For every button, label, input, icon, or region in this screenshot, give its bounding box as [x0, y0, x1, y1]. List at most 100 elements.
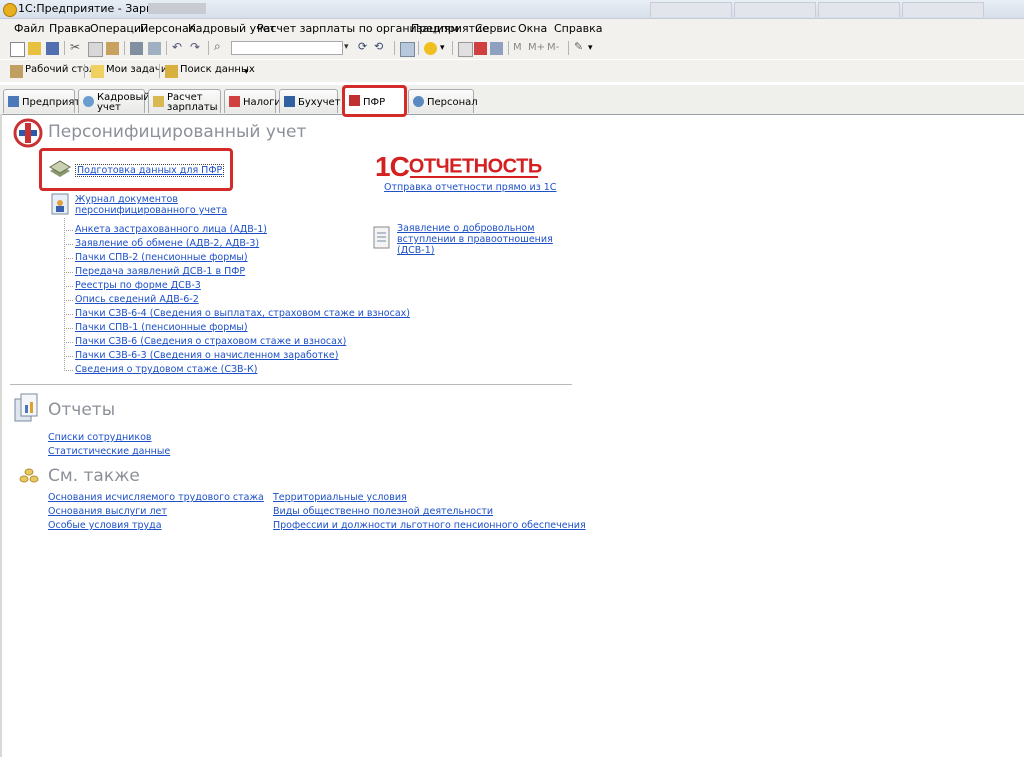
- logo-1c: 1С: [375, 151, 410, 182]
- link-szv-k[interactable]: Сведения о трудовом стаже (СЗВ-К): [75, 364, 257, 375]
- statement-link-line1[interactable]: Заявление о добровольном: [397, 223, 535, 234]
- link-adv-2-3[interactable]: Заявление об обмене (АДВ-2, АДВ-3): [75, 238, 259, 249]
- tab-enterprise[interactable]: Предприятие: [3, 89, 93, 113]
- statement-link-line2[interactable]: вступлении в правоотношения: [397, 234, 553, 245]
- toolbar-separator: [208, 41, 209, 55]
- tasks-icon: [91, 65, 104, 78]
- link-szv-6[interactable]: Пачки СЗВ-6 (Сведения о страховом стаже …: [75, 336, 346, 347]
- see-also-title: См. также: [48, 466, 140, 486]
- tree-branch: [64, 300, 73, 302]
- menu-edit[interactable]: Правка: [49, 22, 91, 35]
- new-icon[interactable]: [10, 42, 25, 57]
- find-prev-icon[interactable]: ⟲: [374, 40, 387, 53]
- taxes-icon: [229, 96, 240, 107]
- public-activity-link[interactable]: Виды общественно полезной деятельности: [273, 506, 493, 517]
- taskbar-window-2[interactable]: [734, 2, 816, 17]
- toolbar-separator: [124, 41, 125, 55]
- memory-minus-button[interactable]: M-: [547, 42, 559, 53]
- document-icon: [373, 226, 390, 249]
- calendar-icon[interactable]: [474, 42, 487, 55]
- people-icon: [83, 96, 94, 107]
- tab-staff[interactable]: Персонал: [408, 89, 478, 113]
- open-icon[interactable]: [28, 42, 41, 55]
- tree-branch: [64, 370, 73, 372]
- tab-salary[interactable]: Расчет зарплаты: [148, 89, 221, 113]
- tree-branch: [64, 244, 73, 246]
- statement-link-line3[interactable]: (ДСВ-1): [397, 245, 434, 256]
- link-szv-6-3[interactable]: Пачки СЗВ-6-3 (Сведения о начисленном за…: [75, 350, 338, 361]
- taskbar-window-4[interactable]: [902, 2, 984, 17]
- save-icon[interactable]: [46, 42, 59, 55]
- taskbar-window-3[interactable]: [818, 2, 900, 17]
- tree-line: [64, 218, 66, 369]
- toolbar-separator: [84, 64, 85, 78]
- toolbar-separator: [568, 41, 569, 55]
- tab-taxes[interactable]: Налоги: [224, 89, 281, 113]
- tree-branch: [64, 356, 73, 358]
- service-years-link[interactable]: Основания выслуги лет: [48, 506, 167, 517]
- memory-plus-button[interactable]: M+: [528, 42, 545, 53]
- window-icon[interactable]: [400, 42, 415, 57]
- desktop-icon: [10, 65, 23, 78]
- table-icon[interactable]: [458, 42, 473, 57]
- search-icon[interactable]: ⌕: [214, 39, 227, 53]
- link-adv-1[interactable]: Анкета застрахованного лица (АДВ-1): [75, 224, 267, 235]
- menu-file[interactable]: Файл: [14, 22, 44, 35]
- link-spv-1[interactable]: Пачки СПВ-1 (пенсионные формы): [75, 322, 248, 333]
- section-divider: [10, 384, 572, 385]
- reports-title: Отчеты: [48, 400, 116, 420]
- link-adv-6-2[interactable]: Опись сведений АДВ-6-2: [75, 294, 199, 305]
- print-icon[interactable]: [130, 42, 143, 55]
- menu-bar: Файл Правка Операции Персонал Кадровый у…: [0, 19, 1024, 37]
- page-title: Персонифицированный учет: [48, 122, 307, 142]
- territorial-conditions-link[interactable]: Территориальные условия: [273, 492, 407, 503]
- link-szv-6-4[interactable]: Пачки СЗВ-6-4 (Сведения о выплатах, стра…: [75, 308, 410, 319]
- menu-help[interactable]: Справка: [554, 22, 602, 35]
- chevron-down-icon[interactable]: ▾: [344, 42, 357, 55]
- tools-icon[interactable]: ✎: [574, 40, 587, 53]
- statistics-link[interactable]: Статистические данные: [48, 446, 170, 457]
- find-next-icon[interactable]: ⟳: [358, 40, 371, 53]
- copy-icon[interactable]: [88, 42, 103, 57]
- search-data-icon: [165, 65, 178, 78]
- info-icon[interactable]: [424, 42, 437, 55]
- menu-service[interactable]: Сервис: [475, 22, 516, 35]
- reports-icon: [14, 393, 38, 422]
- journal-link-line2[interactable]: персонифицированного учета: [75, 205, 227, 216]
- coins-icon: [19, 468, 39, 483]
- tree-branch: [64, 286, 73, 288]
- chevron-down-icon[interactable]: ▾: [588, 43, 601, 56]
- tree-branch: [64, 328, 73, 330]
- paste-icon[interactable]: [106, 42, 119, 55]
- preview-icon[interactable]: [148, 42, 161, 55]
- cut-icon[interactable]: ✂: [70, 40, 83, 54]
- accounting-icon: [284, 96, 295, 107]
- calculator-icon[interactable]: [490, 42, 503, 55]
- app-icon: [3, 3, 17, 17]
- chevron-down-icon[interactable]: ▾: [244, 67, 249, 77]
- book-icon: [49, 160, 71, 177]
- undo-icon[interactable]: ↶: [172, 40, 185, 54]
- redo-icon[interactable]: ↷: [190, 40, 203, 54]
- journal-link-line1[interactable]: Журнал документов: [75, 194, 178, 205]
- link-dsv-1-transfer[interactable]: Передача заявлений ДСВ-1 в ПФР: [75, 266, 245, 277]
- tab-hr[interactable]: Кадровый учет: [78, 89, 150, 113]
- menu-windows[interactable]: Окна: [518, 22, 547, 35]
- tree-branch: [64, 230, 73, 232]
- link-spv-2[interactable]: Пачки СПВ-2 (пенсионные формы): [75, 252, 248, 263]
- link-dsv-3[interactable]: Реестры по форме ДСВ-3: [75, 280, 201, 291]
- employees-list-link[interactable]: Списки сотрудников: [48, 432, 152, 443]
- special-conditions-link[interactable]: Особые условия труда: [48, 520, 162, 531]
- search-input[interactable]: [231, 41, 343, 55]
- tab-accounting[interactable]: Бухучет: [279, 89, 341, 113]
- toolbar-separator: [452, 41, 453, 55]
- otchetnost-link[interactable]: Отправка отчетности прямо из 1С: [384, 182, 556, 193]
- prep-data-pfr-link[interactable]: Подготовка данных для ПФР: [75, 164, 225, 177]
- money-icon: [153, 96, 164, 107]
- seniority-basis-link[interactable]: Основания исчисляемого трудового стажа: [48, 492, 264, 503]
- preferential-professions-link[interactable]: Профессии и должности льготного пенсионн…: [273, 520, 586, 531]
- memory-m-button[interactable]: M: [513, 42, 522, 53]
- taskbar-window-1[interactable]: [650, 2, 732, 17]
- logo-underline: [410, 176, 538, 178]
- tree-branch: [64, 342, 73, 344]
